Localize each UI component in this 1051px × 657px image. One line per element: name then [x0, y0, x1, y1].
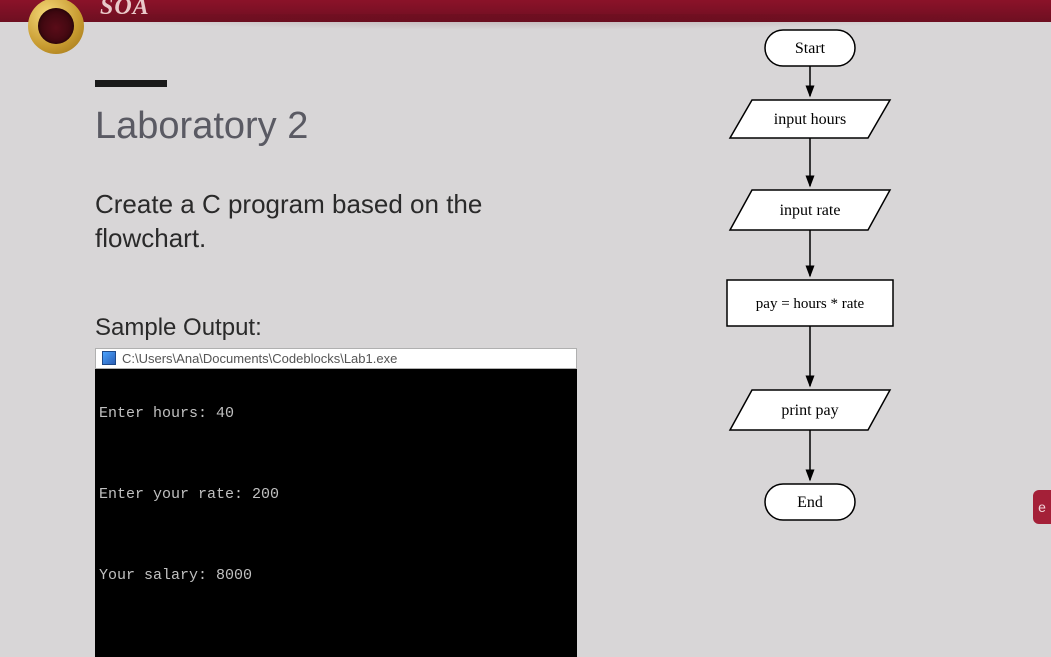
flow-input-hours-label: input hours — [774, 111, 846, 128]
console-window: C:\Users\Ana\Documents\Codeblocks\Lab1.e… — [95, 348, 577, 657]
slide-title: Laboratory 2 — [95, 105, 575, 148]
console-titlebar: C:\Users\Ana\Documents\Codeblocks\Lab1.e… — [95, 348, 577, 369]
flow-input-rate: input rate — [730, 190, 890, 230]
brand-logo-badge — [28, 0, 84, 54]
console-body: Enter hours: 40 Enter your rate: 200 You… — [95, 369, 577, 657]
brand-text: SOA — [100, 0, 150, 21]
flow-end-label: End — [797, 494, 823, 511]
flow-start: Start — [765, 30, 855, 66]
flow-process-pay: pay = hours * rate — [727, 280, 893, 326]
title-accent-line — [95, 80, 167, 87]
flow-end: End — [765, 484, 855, 520]
flow-print-label: print pay — [781, 402, 838, 419]
console-title-path: C:\Users\Ana\Documents\Codeblocks\Lab1.e… — [122, 351, 397, 366]
flow-input-rate-label: input rate — [780, 202, 841, 219]
slide-instruction: Create a C program based on the flowchar… — [95, 188, 575, 256]
console-line: Enter your rate: 200 — [99, 481, 571, 508]
console-app-icon — [102, 351, 116, 365]
flow-start-label: Start — [795, 40, 826, 57]
side-tab-button[interactable]: e — [1033, 490, 1051, 524]
flow-print-pay: print pay — [730, 390, 890, 430]
slide-content: Laboratory 2 Create a C program based on… — [95, 80, 575, 657]
sample-output-label: Sample Output: — [95, 314, 575, 342]
header-bar — [0, 0, 1051, 22]
flow-input-hours: input hours — [730, 100, 890, 138]
flowchart-diagram: Start input hours input rate pay = hours… — [680, 20, 940, 540]
flow-process-label: pay = hours * rate — [756, 296, 865, 312]
console-line: Enter hours: 40 — [99, 400, 571, 427]
console-line: Your salary: 8000 — [99, 562, 571, 589]
